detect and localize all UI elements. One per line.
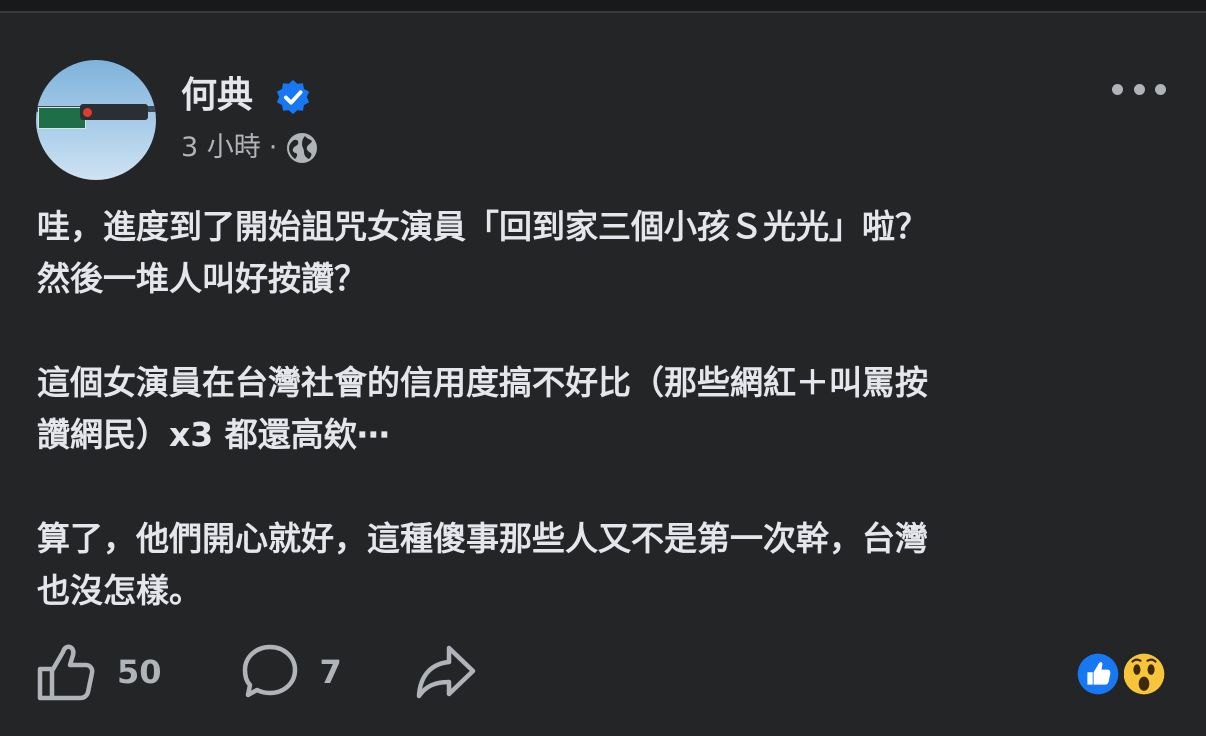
author-name[interactable]: 何典 — [181, 70, 253, 122]
paragraph: 哇，進度到了開始詛咒女演員「回到家三個小孩Ｓ光光」啦？ 然後一堆人叫好按讚？ — [37, 201, 1177, 305]
like-button[interactable]: 50 — [36, 642, 162, 702]
action-bar: 50 7 — [36, 640, 477, 704]
share-button[interactable] — [415, 642, 477, 702]
comment-bubble-icon — [242, 644, 297, 698]
globe-icon[interactable] — [285, 131, 319, 165]
comment-button[interactable]: 7 — [240, 642, 342, 702]
more-options-icon[interactable] — [1112, 78, 1166, 100]
reaction-summary[interactable] — [1072, 648, 1172, 702]
like-reaction-icon — [1072, 648, 1124, 700]
text-line: 算了，他們開心就好，這種傻事那些人又不是第一次幹，台灣 — [37, 519, 928, 558]
post-meta: 3 小時 · — [181, 128, 319, 168]
paragraph: 這個女演員在台灣社會的信用度搞不好比（那些網紅＋叫罵按 讚網民）x3 都還高欸⋯ — [37, 357, 1177, 461]
wow-reaction-icon — [1118, 648, 1170, 700]
verified-badge-icon — [276, 79, 310, 115]
comment-count: 7 — [319, 653, 342, 691]
text-line: 這個女演員在台灣社會的信用度搞不好比（那些網紅＋叫罵按 — [37, 363, 928, 402]
text-line: 也沒怎樣。 — [37, 571, 202, 610]
text-line: 讚網民）x3 都還高欸⋯ — [37, 415, 390, 454]
paragraph: 算了，他們開心就好，這種傻事那些人又不是第一次幹，台灣 也沒怎樣。 — [37, 513, 1177, 617]
meta-separator: · — [268, 132, 278, 163]
post-timestamp[interactable]: 3 小時 — [181, 128, 261, 168]
text-line: 哇，進度到了開始詛咒女演員「回到家三個小孩Ｓ光光」啦？ — [37, 207, 928, 246]
avatar-street-sign — [38, 107, 86, 129]
top-bar — [0, 0, 1206, 13]
like-count: 50 — [117, 653, 162, 691]
more-dot — [1133, 83, 1145, 95]
text-line: 然後一堆人叫好按讚？ — [37, 259, 367, 298]
avatar-red-light — [83, 108, 92, 117]
thumbs-up-icon — [37, 644, 95, 701]
more-dot — [1112, 83, 1123, 95]
share-arrow-icon — [416, 645, 476, 699]
more-dot — [1155, 83, 1166, 95]
post-content: 哇，進度到了開始詛咒女演員「回到家三個小孩Ｓ光光」啦？ 然後一堆人叫好按讚？ 這… — [37, 201, 1177, 669]
avatar[interactable] — [36, 60, 156, 180]
